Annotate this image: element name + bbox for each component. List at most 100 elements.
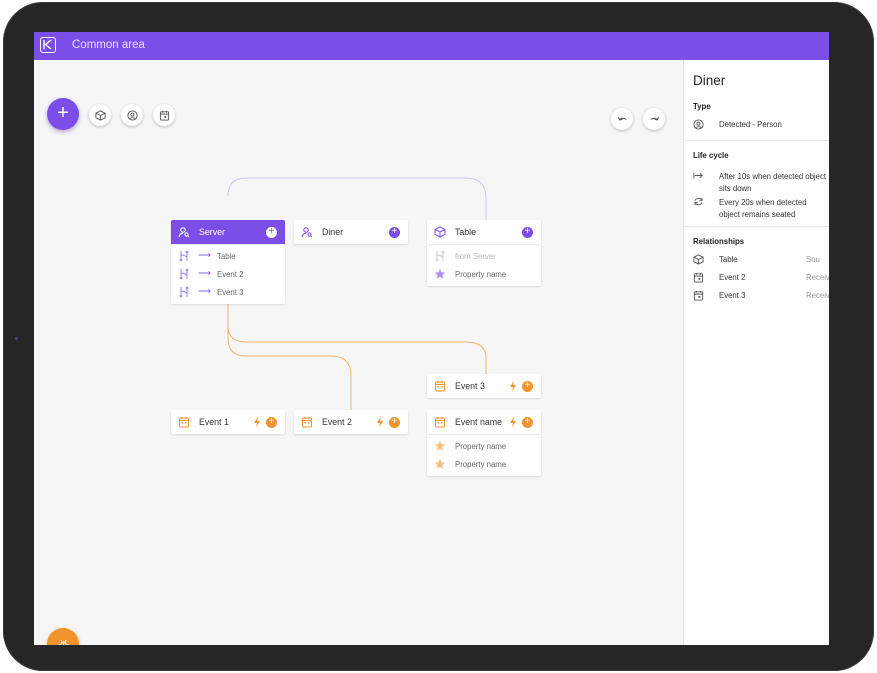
type-heading: Type — [693, 102, 711, 111]
property-label: Property name — [455, 270, 507, 279]
bolt-icon — [254, 416, 260, 428]
star-icon — [434, 268, 446, 279]
calendar-icon — [159, 110, 169, 121]
bug-icon — [58, 639, 68, 645]
node-rows: Property name Property name — [427, 434, 541, 476]
camera-dot — [15, 337, 18, 340]
app-logo-icon[interactable] — [40, 37, 56, 53]
divider — [684, 226, 829, 227]
panel-title: Diner — [693, 73, 726, 88]
app-title: Common area — [72, 39, 145, 51]
arrow-icon: ⟶ — [198, 286, 211, 296]
app-screen: Common area + Server + ⟶ Table ⟶ Event 2… — [34, 32, 829, 645]
bolt-icon — [510, 416, 516, 428]
relation-label: Event 2 — [217, 270, 244, 279]
node-event-2[interactable]: Event 2 + — [294, 410, 408, 434]
node-header: Diner + — [294, 220, 408, 244]
calendar-icon — [435, 417, 445, 428]
app-header: Common area — [34, 32, 829, 60]
person-circle-icon — [693, 119, 704, 130]
details-panel: Diner Type Detected - Person Life cycle … — [683, 60, 829, 645]
undo-button[interactable] — [611, 108, 633, 130]
bolt-icon — [377, 416, 383, 428]
node-event-3[interactable]: Event 3 + — [427, 374, 541, 398]
node-title: Event 1 — [199, 417, 229, 427]
add-relation-button[interactable]: + — [389, 417, 400, 428]
relation-label: Table — [217, 252, 236, 261]
route-icon — [435, 250, 445, 262]
arrow-icon: ⟶ — [198, 268, 211, 278]
node-header: Event 2 + — [294, 410, 408, 434]
tablet-frame: Common area + Server + ⟶ Table ⟶ Event 2… — [3, 2, 874, 671]
relationship-role: Receiv — [806, 291, 829, 300]
relation-row[interactable]: ⟶ Table — [171, 247, 285, 265]
calendar-icon — [693, 290, 704, 301]
add-relation-button[interactable]: + — [522, 417, 533, 428]
cube-icon — [434, 226, 446, 238]
node-title: Server — [199, 227, 225, 237]
add-object-button[interactable] — [89, 104, 111, 126]
add-event-button[interactable] — [153, 104, 175, 126]
property-row[interactable]: Property name — [427, 455, 541, 473]
add-relation-button[interactable]: + — [266, 227, 277, 238]
diagram-canvas[interactable]: + Server + ⟶ Table ⟶ Event 2 ⟶ Event 3 D… — [34, 60, 683, 645]
relationship-label: Table — [719, 255, 738, 264]
relation-row[interactable]: from Server — [427, 247, 541, 265]
node-title: Event 2 — [322, 417, 352, 427]
add-relation-button[interactable]: + — [266, 417, 277, 428]
node-server[interactable]: Server + ⟶ Table ⟶ Event 2 ⟶ Event 3 — [171, 220, 285, 304]
connection-lines — [227, 177, 487, 410]
relationship-role: Sou — [806, 255, 820, 264]
redo-button[interactable] — [643, 108, 665, 130]
relation-row[interactable]: ⟶ Event 2 — [171, 265, 285, 283]
repeat-icon — [694, 197, 703, 206]
property-row[interactable]: Property name — [427, 265, 541, 283]
person-search-icon — [301, 227, 313, 238]
person-search-icon — [178, 227, 190, 238]
relationship-label: Event 3 — [719, 291, 746, 300]
node-header: Event name + — [427, 410, 541, 434]
arrow-to-line-icon — [693, 172, 703, 179]
property-row[interactable]: Property name — [427, 437, 541, 455]
add-relation-button[interactable]: + — [522, 227, 533, 238]
add-relation-button[interactable]: + — [522, 381, 533, 392]
calendar-icon — [179, 417, 189, 428]
wire-server-table — [227, 177, 487, 222]
calendar-icon — [693, 272, 704, 283]
node-title: Event name — [455, 417, 502, 427]
node-title: Diner — [322, 227, 344, 237]
relationship-label: Event 2 — [719, 273, 746, 282]
add-node-button[interactable]: + — [47, 98, 79, 130]
relation-row[interactable]: ⟶ Event 3 — [171, 283, 285, 301]
node-table[interactable]: Table + from Server Property name — [427, 220, 541, 286]
lifecycle-heading: Life cycle — [693, 151, 729, 160]
add-person-button[interactable] — [121, 104, 143, 126]
property-label: Property name — [455, 460, 507, 469]
node-title: Event 3 — [455, 381, 485, 391]
calendar-icon — [435, 381, 445, 392]
cube-icon — [693, 254, 704, 265]
cube-icon — [94, 109, 106, 121]
type-value: Detected - Person — [719, 120, 782, 129]
star-icon — [434, 440, 446, 451]
node-event-name[interactable]: Event name + Property name Property name — [427, 410, 541, 476]
node-diner[interactable]: Diner + — [294, 220, 408, 244]
node-rows: ⟶ Table ⟶ Event 2 ⟶ Event 3 — [171, 244, 285, 304]
person-circle-icon — [126, 109, 138, 121]
star-icon — [434, 458, 446, 469]
node-header: Table + — [427, 220, 541, 244]
property-label: Property name — [455, 442, 507, 451]
node-event-1[interactable]: Event 1 + — [171, 410, 285, 434]
undo-icon — [617, 116, 626, 121]
arrow-icon: ⟶ — [198, 250, 211, 260]
relation-label: from Server — [455, 252, 496, 261]
relationships-heading: Relationships — [693, 237, 745, 246]
node-header: Server + — [171, 220, 285, 244]
divider — [684, 140, 829, 141]
bolt-icon — [510, 380, 516, 392]
lifecycle-text: Every 20s when detected object remains s… — [719, 198, 807, 219]
relation-label: Event 3 — [217, 288, 244, 297]
add-relation-button[interactable]: + — [389, 227, 400, 238]
route-icon — [179, 268, 189, 280]
lifecycle-text: After 10s when detected object sits down — [719, 172, 827, 193]
